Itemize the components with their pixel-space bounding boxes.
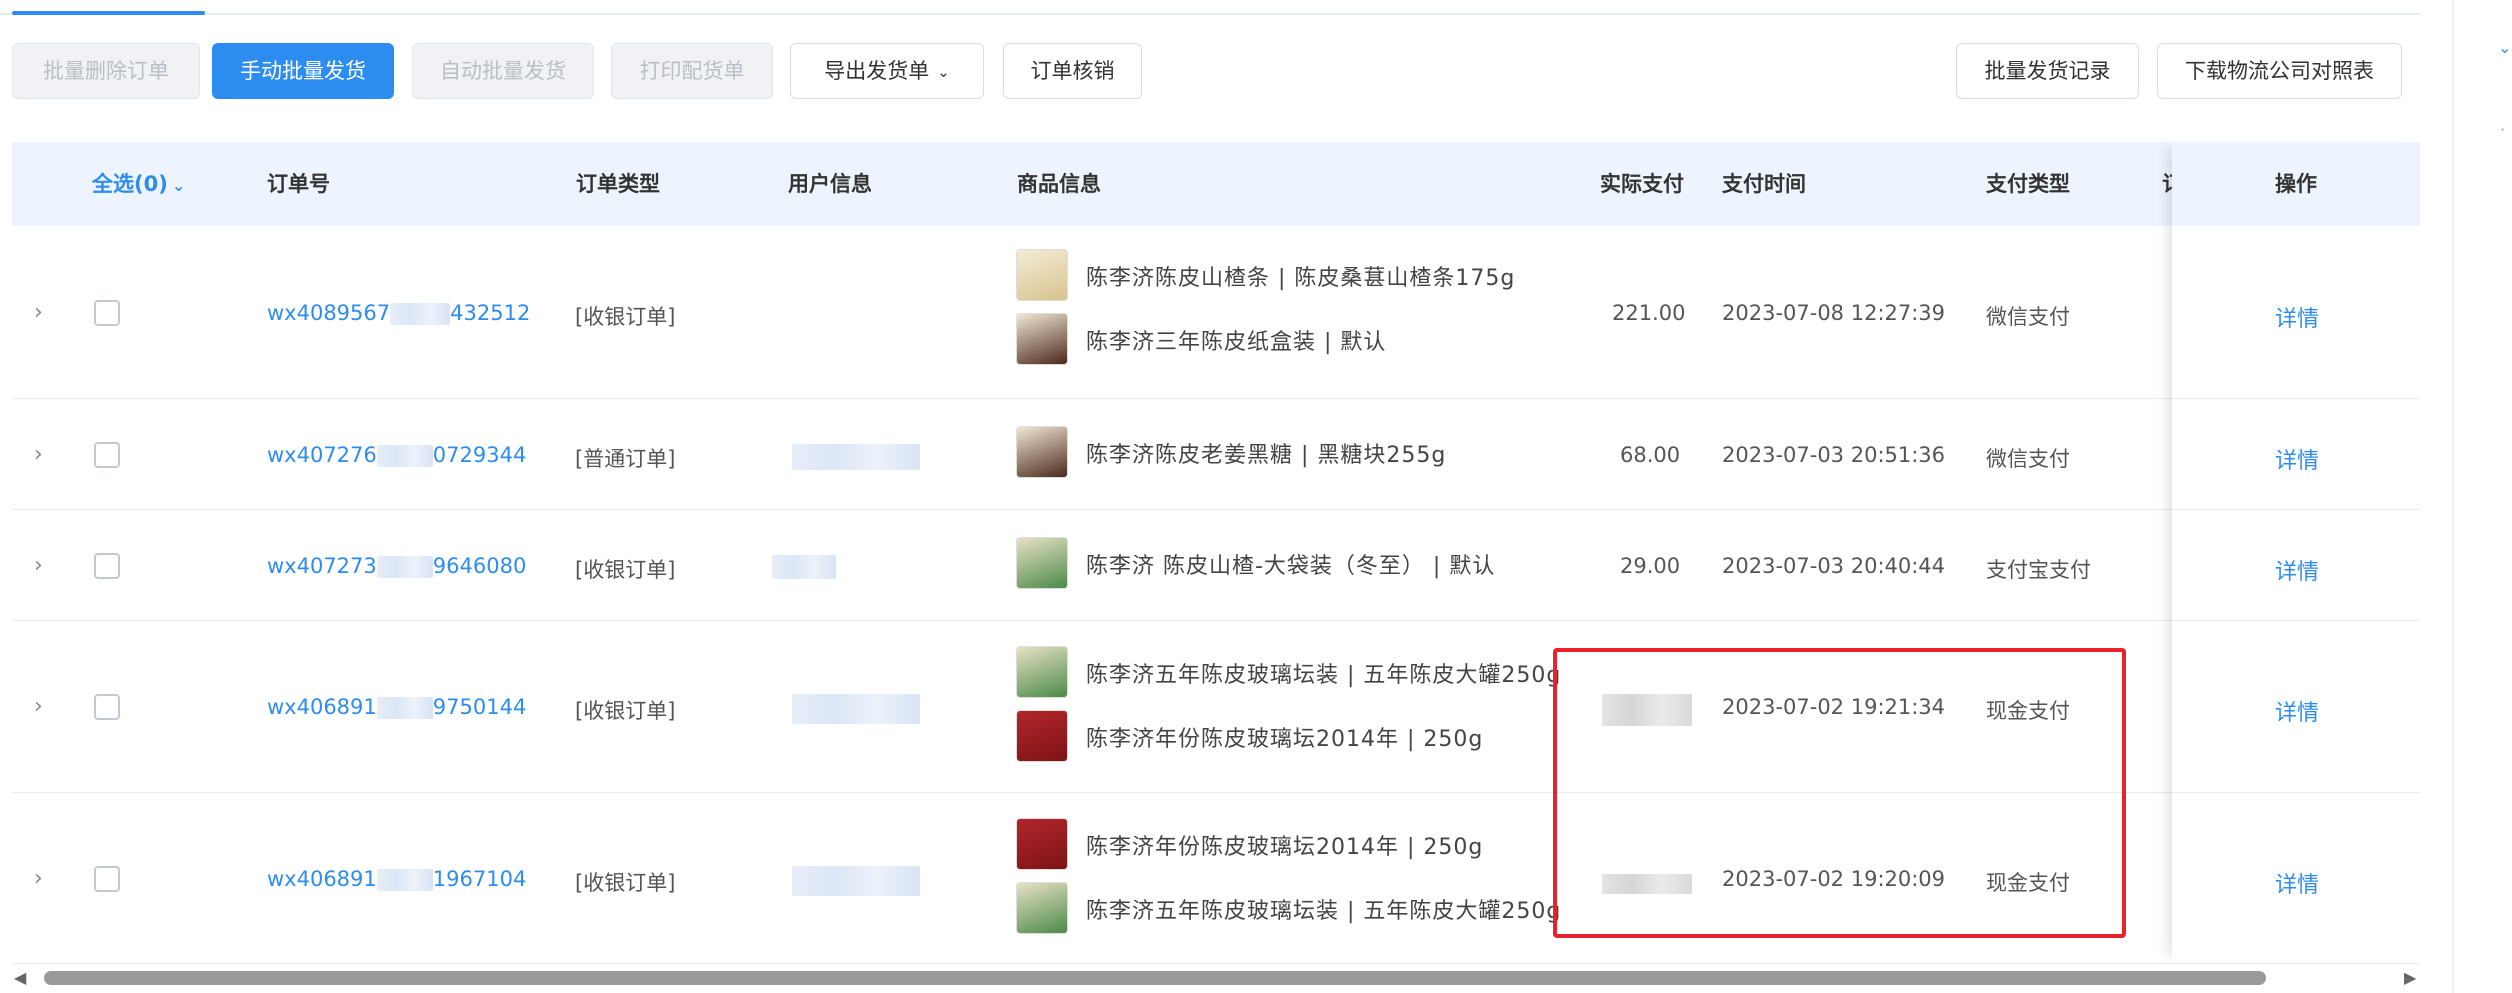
- order-type: [收银订单]: [575, 871, 676, 895]
- right-side-panel: [2452, 0, 2512, 993]
- arrow-right-icon[interactable]: ▶: [2404, 968, 2416, 987]
- user-info-redacted: [772, 555, 836, 579]
- pay-time: 2023-07-03 20:40:44: [1722, 554, 1946, 578]
- chevron-right-icon[interactable]: ›: [34, 696, 54, 718]
- product-image: [1016, 426, 1068, 478]
- order-type: [收银订单]: [575, 699, 676, 723]
- table-row: › wx407276 0729344 [普通订单] 陈李济陈皮老姜黑糖 | 黑糖块…: [12, 400, 2420, 510]
- header-pay-time: 支付时间: [1722, 172, 1806, 196]
- header-order-no: 订单号: [267, 172, 330, 196]
- order-number-link[interactable]: wx4089567 432512: [267, 301, 530, 325]
- print-pick-list-button[interactable]: 打印配货单: [611, 43, 773, 99]
- table-header: 全选(0) ⌄ 订单号 订单类型 用户信息 商品信息 实际支付 支付时间 支付类型…: [12, 142, 2420, 226]
- side-marker-icon: ·: [2500, 120, 2506, 139]
- pay-type: 微信支付: [1986, 305, 2070, 329]
- select-all-toggle[interactable]: 全选(0) ⌄: [92, 142, 185, 226]
- user-info-redacted: [792, 866, 920, 896]
- actual-pay: 29.00: [1620, 554, 1681, 578]
- pay-time: 2023-07-08 12:27:39: [1722, 301, 1946, 325]
- product-image: [1016, 710, 1068, 762]
- order-type: [收银订单]: [575, 305, 676, 329]
- row-checkbox[interactable]: [94, 442, 120, 468]
- order-type: [收银订单]: [575, 558, 676, 582]
- actual-pay: 221.00: [1612, 301, 1686, 325]
- header-product-info: 商品信息: [1017, 172, 1101, 196]
- arrow-left-icon[interactable]: ◀: [14, 968, 26, 987]
- header-order-type: 订单类型: [576, 172, 660, 196]
- chevron-right-icon[interactable]: ›: [34, 302, 54, 324]
- product-image: [1016, 882, 1068, 934]
- user-info-redacted: [792, 444, 920, 470]
- actual-pay: 68.00: [1620, 443, 1681, 467]
- chevron-down-icon: ⌄: [937, 63, 950, 81]
- chevron-right-icon[interactable]: ›: [34, 555, 54, 577]
- tab-bar-divider: [0, 13, 2420, 15]
- chevron-down-icon[interactable]: ⌄: [2498, 38, 2511, 57]
- auto-batch-ship-button[interactable]: 自动批量发货: [412, 43, 594, 99]
- product-name: 陈李济三年陈皮纸盒装 | 默认: [1086, 330, 1387, 355]
- order-number-link[interactable]: wx407276 0729344: [267, 443, 526, 467]
- user-info-redacted: [792, 694, 920, 724]
- product-name: 陈李济陈皮山楂条 | 陈皮桑葚山楂条175g: [1086, 266, 1516, 291]
- active-tab-indicator: [12, 11, 205, 15]
- download-logistics-table-button[interactable]: 下载物流公司对照表: [2157, 43, 2402, 99]
- order-type: [普通订单]: [575, 447, 676, 471]
- table-row: › wx407273 9646080 [收银订单] 陈李济 陈皮山楂-大袋装（冬至…: [12, 511, 2420, 621]
- header-user-info: 用户信息: [788, 172, 872, 196]
- chevron-right-icon[interactable]: ›: [34, 868, 54, 890]
- product-image: [1016, 313, 1068, 365]
- export-ship-label: 导出发货单: [824, 59, 930, 83]
- order-verify-button[interactable]: 订单核销: [1003, 43, 1142, 99]
- pay-type: 微信支付: [1986, 447, 2070, 471]
- row-checkbox[interactable]: [94, 553, 120, 579]
- select-all-label: 全选(0): [92, 172, 168, 196]
- product-name: 陈李济五年陈皮玻璃坛装 | 五年陈皮大罐250g: [1086, 899, 1562, 924]
- table-row: › wx4089567 432512 [收银订单] 陈李济陈皮山楂条 | 陈皮桑葚…: [12, 227, 2420, 399]
- pay-time: 2023-07-03 20:51:36: [1722, 443, 1946, 467]
- order-number-link[interactable]: wx406891 1967104: [267, 867, 526, 891]
- product-image: [1016, 818, 1068, 870]
- header-actual-pay: 实际支付: [1600, 172, 1684, 196]
- product-image: [1016, 646, 1068, 698]
- batch-delete-button[interactable]: 批量删除订单: [12, 43, 200, 99]
- manual-batch-ship-button[interactable]: 手动批量发货: [212, 43, 394, 99]
- pay-type: 支付宝支付: [1986, 558, 2091, 582]
- highlight-box: [1553, 648, 2126, 938]
- chevron-down-icon: ⌄: [171, 176, 186, 195]
- product-name: 陈李济年份陈皮玻璃坛2014年 | 250g: [1086, 727, 1484, 752]
- order-number-link[interactable]: wx406891 9750144: [267, 695, 526, 719]
- row-checkbox[interactable]: [94, 300, 120, 326]
- product-name: 陈李济年份陈皮玻璃坛2014年 | 250g: [1086, 835, 1484, 860]
- product-image: [1016, 249, 1068, 301]
- fixed-action-column-shadow: [2172, 142, 2420, 962]
- chevron-right-icon[interactable]: ›: [34, 444, 54, 466]
- export-ship-dropdown[interactable]: 导出发货单 ⌄: [790, 43, 984, 99]
- row-checkbox[interactable]: [94, 694, 120, 720]
- product-name: 陈李济陈皮老姜黑糖 | 黑糖块255g: [1086, 443, 1447, 468]
- horizontal-scrollbar[interactable]: ◀ ▶: [12, 966, 2420, 990]
- header-pay-type: 支付类型: [1986, 172, 2070, 196]
- product-image: [1016, 537, 1068, 589]
- scrollbar-thumb[interactable]: [44, 971, 2266, 985]
- product-name: 陈李济五年陈皮玻璃坛装 | 五年陈皮大罐250g: [1086, 663, 1562, 688]
- order-number-link[interactable]: wx407273 9646080: [267, 554, 526, 578]
- product-name: 陈李济 陈皮山楂-大袋装（冬至） | 默认: [1086, 554, 1496, 579]
- row-checkbox[interactable]: [94, 866, 120, 892]
- batch-ship-record-button[interactable]: 批量发货记录: [1956, 43, 2139, 99]
- header-hidden-column: 订: [2162, 142, 2172, 226]
